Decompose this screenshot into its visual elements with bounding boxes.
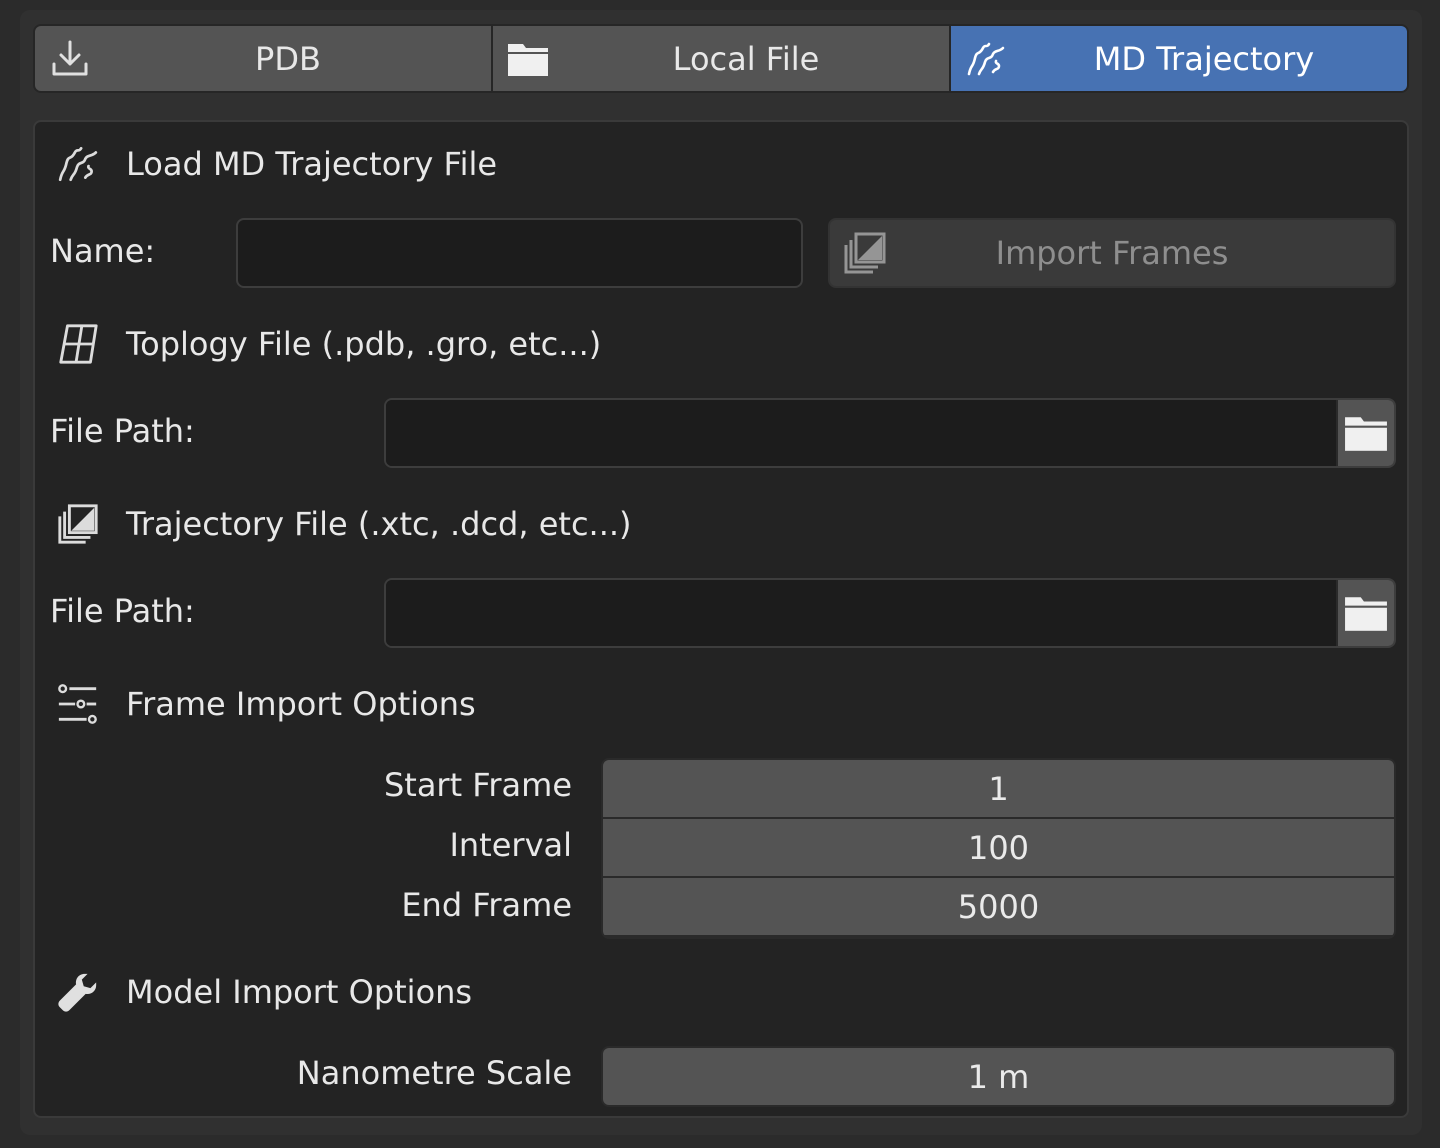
download-icon	[52, 40, 88, 75]
trajectory-title: Trajectory File (.xtc, .dcd, etc...)	[126, 505, 632, 543]
topology-browse-button[interactable]	[1336, 400, 1394, 466]
folder-icon	[508, 43, 548, 76]
model-options-header: Model Import Options	[55, 967, 472, 1017]
end-frame-label: End Frame	[401, 886, 572, 924]
trajectory-path-field	[384, 578, 1396, 648]
tab-label: PDB	[255, 39, 321, 78]
tab-md-trajectory[interactable]: MD Trajectory	[951, 26, 1407, 91]
tab-label: Local File	[672, 39, 820, 78]
tab-pdb[interactable]: PDB	[35, 26, 491, 91]
topology-path-label: File Path:	[50, 412, 195, 450]
panel-header: Load MD Trajectory File	[55, 139, 497, 189]
name-label: Name:	[50, 232, 156, 270]
topology-title: Toplogy File (.pdb, .gro, etc...)	[126, 325, 602, 363]
sliders-icon	[55, 681, 101, 727]
topology-path-field	[384, 398, 1396, 468]
trajectory-icon	[967, 42, 1005, 75]
trajectory-browse-button[interactable]	[1336, 580, 1394, 646]
model-options-title: Model Import Options	[126, 973, 473, 1011]
trajectory-path-input[interactable]	[386, 580, 1336, 646]
start-frame-label: Start Frame	[383, 766, 572, 804]
frame-options-header: Frame Import Options	[55, 679, 476, 729]
interval-field[interactable]: 100	[603, 819, 1394, 876]
trajectory-path-label: File Path:	[50, 592, 195, 630]
folder-icon	[1345, 417, 1387, 451]
name-input[interactable]	[236, 218, 803, 288]
trajectory-header: Trajectory File (.xtc, .dcd, etc...)	[55, 499, 632, 549]
trajectory-icon	[55, 141, 101, 187]
md-trajectory-panel: Load MD Trajectory File Name: Import Fra…	[33, 120, 1409, 1118]
import-method-tabs: PDB Local File MD Trajectory	[33, 24, 1409, 93]
wrench-icon	[55, 969, 101, 1015]
nanometre-scale-label: Nanometre Scale	[296, 1054, 572, 1092]
layers-image-icon	[844, 232, 886, 274]
end-frame-field[interactable]: 5000	[603, 878, 1394, 935]
start-frame-field[interactable]: 1	[603, 760, 1394, 817]
frame-number-fields: 1 100 5000	[601, 758, 1396, 939]
import-frames-label: Import Frames	[995, 234, 1229, 272]
tab-label: MD Trajectory	[1093, 39, 1315, 78]
topology-path-input[interactable]	[386, 400, 1336, 466]
grid-icon	[55, 321, 101, 367]
frame-options-title: Frame Import Options	[126, 685, 476, 723]
nanometre-scale-group: 1 m	[601, 1046, 1396, 1107]
nanometre-scale-field[interactable]: 1 m	[603, 1048, 1394, 1105]
topology-header: Toplogy File (.pdb, .gro, etc...)	[55, 319, 601, 369]
import-frames-button[interactable]: Import Frames	[828, 218, 1396, 288]
folder-icon	[1345, 597, 1387, 631]
layers-image-icon	[55, 501, 101, 547]
panel-title: Load MD Trajectory File	[126, 145, 498, 183]
tab-local-file[interactable]: Local File	[493, 26, 949, 91]
interval-label: Interval	[449, 826, 572, 864]
